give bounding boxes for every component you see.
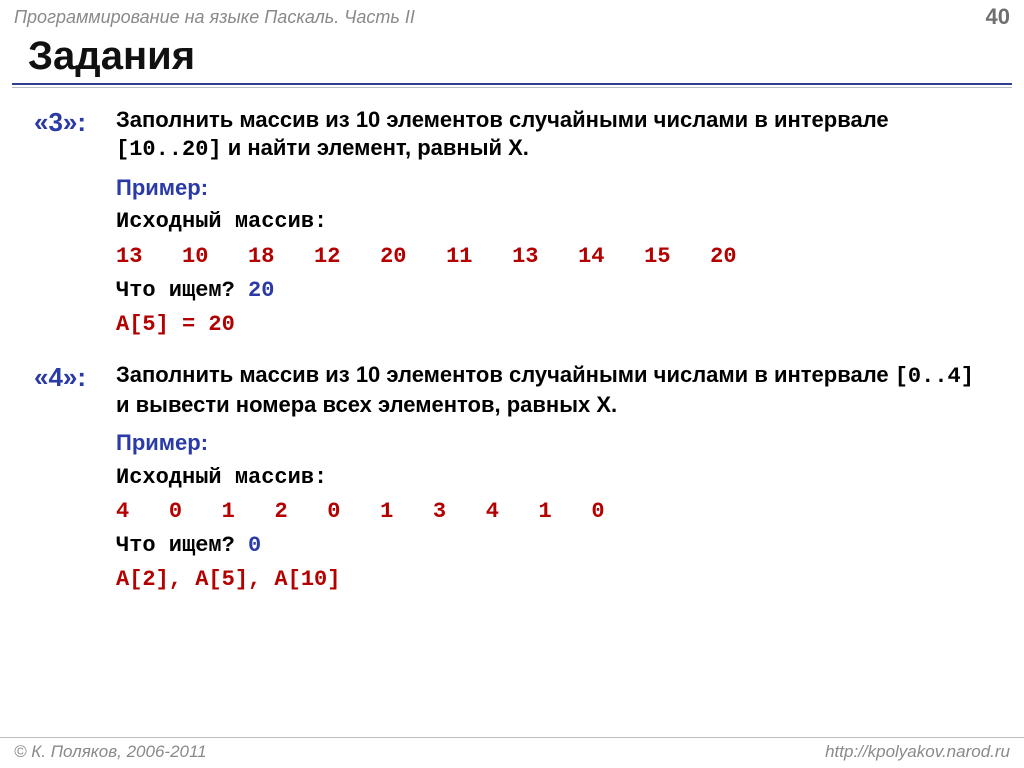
- arr-item: 13: [512, 243, 538, 271]
- source-array-label: Исходный массив:: [116, 464, 990, 492]
- source-array-label: Исходный массив:: [116, 208, 990, 236]
- source-array: 4 0 1 2 0 1 3 4 1 0: [116, 498, 990, 526]
- example-label: Пример:: [116, 174, 990, 202]
- arr-item: 1: [380, 498, 393, 526]
- arr-item: 18: [248, 243, 274, 271]
- interval: [0..4]: [895, 364, 974, 389]
- query-line: Что ищем? 0: [116, 532, 990, 560]
- arr-item: 3: [433, 498, 446, 526]
- desc-post: и вывести номера всех элементов, равных …: [116, 392, 617, 417]
- task-description: Заполнить массив из 10 элементов случайн…: [116, 106, 990, 164]
- query-value: 0: [248, 533, 261, 558]
- task-description: Заполнить массив из 10 элементов случайн…: [116, 361, 990, 419]
- divider-primary: [12, 83, 1012, 85]
- query-value: 20: [248, 278, 274, 303]
- copyright: © К. Поляков, 2006-2011: [14, 742, 207, 762]
- arr-item: 4: [116, 498, 129, 526]
- task-3: «3»: Заполнить массив из 10 элементов сл…: [34, 106, 990, 339]
- answer-line: A[2], A[5], A[10]: [116, 566, 990, 594]
- arr-item: 20: [710, 243, 736, 271]
- arr-item: 1: [539, 498, 552, 526]
- arr-item: 14: [578, 243, 604, 271]
- content: «3»: Заполнить массив из 10 элементов сл…: [0, 88, 1024, 594]
- slide: Программирование на языке Паскаль. Часть…: [0, 0, 1024, 768]
- interval: [10..20]: [116, 137, 222, 162]
- arr-item: 2: [274, 498, 287, 526]
- arr-item: 10: [182, 243, 208, 271]
- desc-pre: Заполнить массив из 10 элементов случайн…: [116, 107, 889, 132]
- footer-url: http://kpolyakov.narod.ru: [825, 742, 1010, 762]
- desc-pre: Заполнить массив из 10 элементов случайн…: [116, 362, 895, 387]
- answer-line: A[5] = 20: [116, 311, 990, 339]
- arr-item: 4: [486, 498, 499, 526]
- page-title: Задания: [0, 32, 1024, 83]
- example-label: Пример:: [116, 429, 990, 457]
- query-label: Что ищем?: [116, 533, 248, 558]
- query-label: Что ищем?: [116, 278, 248, 303]
- arr-item: 20: [380, 243, 406, 271]
- arr-item: 0: [591, 498, 604, 526]
- arr-item: 12: [314, 243, 340, 271]
- course-title: Программирование на языке Паскаль. Часть…: [14, 7, 415, 28]
- topbar: Программирование на языке Паскаль. Часть…: [0, 0, 1024, 32]
- arr-item: 13: [116, 243, 142, 271]
- footer: © К. Поляков, 2006-2011 http://kpolyakov…: [0, 737, 1024, 762]
- grade-label: «3»:: [34, 106, 116, 164]
- source-array: 13 10 18 12 20 11 13 14 15 20: [116, 243, 990, 271]
- query-line: Что ищем? 20: [116, 277, 990, 305]
- task-4: «4»: Заполнить массив из 10 элементов сл…: [34, 361, 990, 594]
- arr-item: 1: [222, 498, 235, 526]
- arr-item: 0: [169, 498, 182, 526]
- arr-item: 15: [644, 243, 670, 271]
- grade-label: «4»:: [34, 361, 116, 419]
- desc-post: и найти элемент, равный X.: [222, 135, 529, 160]
- arr-item: 11: [446, 243, 472, 271]
- arr-item: 0: [327, 498, 340, 526]
- page-number: 40: [986, 4, 1010, 30]
